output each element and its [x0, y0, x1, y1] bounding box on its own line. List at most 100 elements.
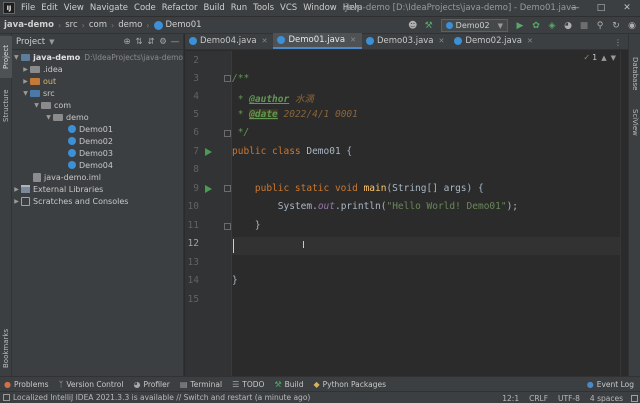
- project-view-select[interactable]: Project: [16, 37, 45, 47]
- close-tab-icon[interactable]: ✕: [527, 37, 533, 45]
- stop-icon[interactable]: ■: [576, 18, 592, 34]
- code-token: (String[] args) {: [386, 183, 484, 194]
- chevron-right-icon[interactable]: ▶: [12, 198, 21, 205]
- code-editor[interactable]: 2 3 4 5 6 7 8 9 10 11 12 13 14 15 /** * …: [185, 51, 628, 376]
- fold-icon[interactable]: [224, 223, 231, 230]
- tree-item-external-libraries[interactable]: ▶ External Libraries: [12, 183, 183, 195]
- run-icon[interactable]: ▶: [512, 18, 528, 34]
- fold-icon[interactable]: [224, 185, 231, 192]
- breadcrumb-demo01[interactable]: Demo01: [166, 20, 202, 30]
- chevron-down-icon[interactable]: ▼: [12, 54, 21, 61]
- close-tab-icon[interactable]: ✕: [350, 36, 356, 44]
- more-tabs-icon[interactable]: ⋮: [614, 34, 622, 50]
- collapse-all-icon[interactable]: ⇅: [133, 37, 145, 47]
- indent-setting[interactable]: 4 spaces: [590, 394, 623, 403]
- tab-demo02[interactable]: Demo02.java ✕: [450, 33, 538, 49]
- file-encoding[interactable]: UTF-8: [558, 394, 580, 403]
- terminal-tool-button[interactable]: ▤ Terminal: [176, 380, 228, 389]
- menu-code[interactable]: Code: [131, 0, 159, 16]
- close-tab-icon[interactable]: ✕: [262, 37, 268, 45]
- chevron-down-icon[interactable]: ▼: [21, 90, 30, 97]
- fold-icon[interactable]: [224, 130, 231, 137]
- minimize-panel-icon[interactable]: —: [169, 37, 181, 47]
- tree-item-out[interactable]: ▶ out: [12, 75, 183, 87]
- chevron-up-icon[interactable]: ▲: [601, 54, 606, 62]
- chevron-down-icon[interactable]: ▼: [44, 114, 53, 121]
- target-icon[interactable]: ⊕: [121, 37, 133, 47]
- chevron-down-icon[interactable]: ▼: [49, 38, 54, 46]
- breadcrumb-com[interactable]: com: [89, 20, 107, 30]
- tree-item-demo[interactable]: ▼ demo: [12, 111, 183, 123]
- database-tool-tab[interactable]: Database: [629, 52, 640, 96]
- menu-refactor[interactable]: Refactor: [159, 0, 201, 16]
- line-separator[interactable]: CRLF: [529, 394, 548, 403]
- tree-item-src[interactable]: ▼ src: [12, 87, 183, 99]
- update-icon[interactable]: ↻: [608, 18, 624, 34]
- menu-build[interactable]: Build: [200, 0, 227, 16]
- maximize-icon[interactable]: □: [588, 0, 614, 16]
- chevron-down-icon[interactable]: ▼: [32, 102, 41, 109]
- excluded-folder-icon: [30, 77, 40, 85]
- menu-file[interactable]: File: [18, 0, 38, 16]
- tree-item-demo04[interactable]: Demo04: [12, 159, 183, 171]
- minimize-icon[interactable]: —: [562, 0, 588, 16]
- hammer-icon[interactable]: ⚒: [421, 18, 437, 34]
- profiler-tool-button[interactable]: ◕ Profiler: [129, 380, 175, 389]
- gear-icon[interactable]: ⚙: [157, 37, 169, 47]
- caret-position[interactable]: 12:1: [502, 394, 519, 403]
- close-tab-icon[interactable]: ✕: [439, 37, 445, 45]
- close-icon[interactable]: ✕: [614, 0, 640, 16]
- menu-tools[interactable]: Tools: [250, 0, 277, 16]
- inspection-status[interactable]: ✓ 1 ▲ ▼: [583, 53, 616, 62]
- python-packages-tool-button[interactable]: ◆ Python Packages: [309, 380, 392, 389]
- run-main-icon[interactable]: [205, 185, 212, 193]
- profile-icon[interactable]: ◕: [560, 18, 576, 34]
- version-control-tool-button[interactable]: ᛉ Version Control: [55, 380, 130, 389]
- breadcrumb-src[interactable]: src: [65, 20, 77, 30]
- expand-all-icon[interactable]: ⇵: [145, 37, 157, 47]
- run-class-icon[interactable]: [205, 148, 212, 156]
- breadcrumb-demo[interactable]: demo: [118, 20, 142, 30]
- menu-edit[interactable]: Edit: [38, 0, 60, 16]
- ide-logo-icon[interactable]: ◉: [624, 18, 640, 34]
- tree-item-iml[interactable]: java-demo.iml: [12, 171, 183, 183]
- tree-item-scratches[interactable]: ▶ Scratches and Consoles: [12, 195, 183, 207]
- menu-navigate[interactable]: Navigate: [87, 0, 131, 16]
- project-tool-tab[interactable]: Project: [0, 36, 12, 78]
- event-log-tool-button[interactable]: ● Event Log: [583, 380, 640, 389]
- tree-item-demo03[interactable]: Demo03: [12, 147, 183, 159]
- chevron-right-icon[interactable]: ▶: [21, 66, 30, 73]
- lock-icon[interactable]: [631, 394, 638, 402]
- chevron-down-icon[interactable]: ▼: [611, 54, 616, 62]
- debug-icon[interactable]: ✿: [528, 18, 544, 34]
- person-icon[interactable]: ☻: [405, 18, 421, 34]
- chevron-right-icon[interactable]: ▶: [21, 78, 30, 85]
- breadcrumb-project[interactable]: java-demo: [4, 20, 54, 30]
- status-message[interactable]: Localized IntelliJ IDEA 2021.3.3 is avai…: [0, 393, 310, 402]
- tab-demo01[interactable]: Demo01.java ✕: [273, 33, 362, 49]
- coverage-icon[interactable]: ◈: [544, 18, 560, 34]
- menu-vcs[interactable]: VCS: [277, 0, 300, 16]
- problems-tool-button[interactable]: ● Problems: [0, 380, 55, 389]
- search-icon[interactable]: ⚲: [592, 18, 608, 34]
- tree-item-root[interactable]: ▼ java-demo D:\IdeaProjects\java-demo: [12, 51, 183, 63]
- editor-scrollbar[interactable]: [620, 51, 628, 376]
- sciview-tool-tab[interactable]: SciView: [629, 102, 640, 142]
- tab-demo04[interactable]: Demo04.java ✕: [185, 33, 273, 49]
- bookmarks-tool-tab[interactable]: Bookmarks: [0, 324, 12, 372]
- todo-tool-button[interactable]: ☰ TODO: [228, 380, 270, 389]
- tree-item-demo02[interactable]: Demo02: [12, 135, 183, 147]
- menu-run[interactable]: Run: [228, 0, 250, 16]
- chevron-right-icon[interactable]: ▶: [12, 186, 21, 193]
- structure-tool-tab[interactable]: Structure: [0, 84, 12, 128]
- fold-icon[interactable]: [224, 75, 231, 82]
- tab-demo03[interactable]: Demo03.java ✕: [362, 33, 450, 49]
- tree-item-demo01[interactable]: Demo01: [12, 123, 183, 135]
- todo-label: TODO: [242, 379, 265, 389]
- tree-item-idea[interactable]: ▶ .idea: [12, 63, 183, 75]
- menu-view[interactable]: View: [61, 0, 87, 16]
- build-tool-button[interactable]: ⚒ Build: [270, 380, 309, 389]
- tree-item-com[interactable]: ▼ com: [12, 99, 183, 111]
- run-configuration-select[interactable]: Demo02 ▼: [440, 19, 508, 32]
- menu-window[interactable]: Window: [300, 0, 340, 16]
